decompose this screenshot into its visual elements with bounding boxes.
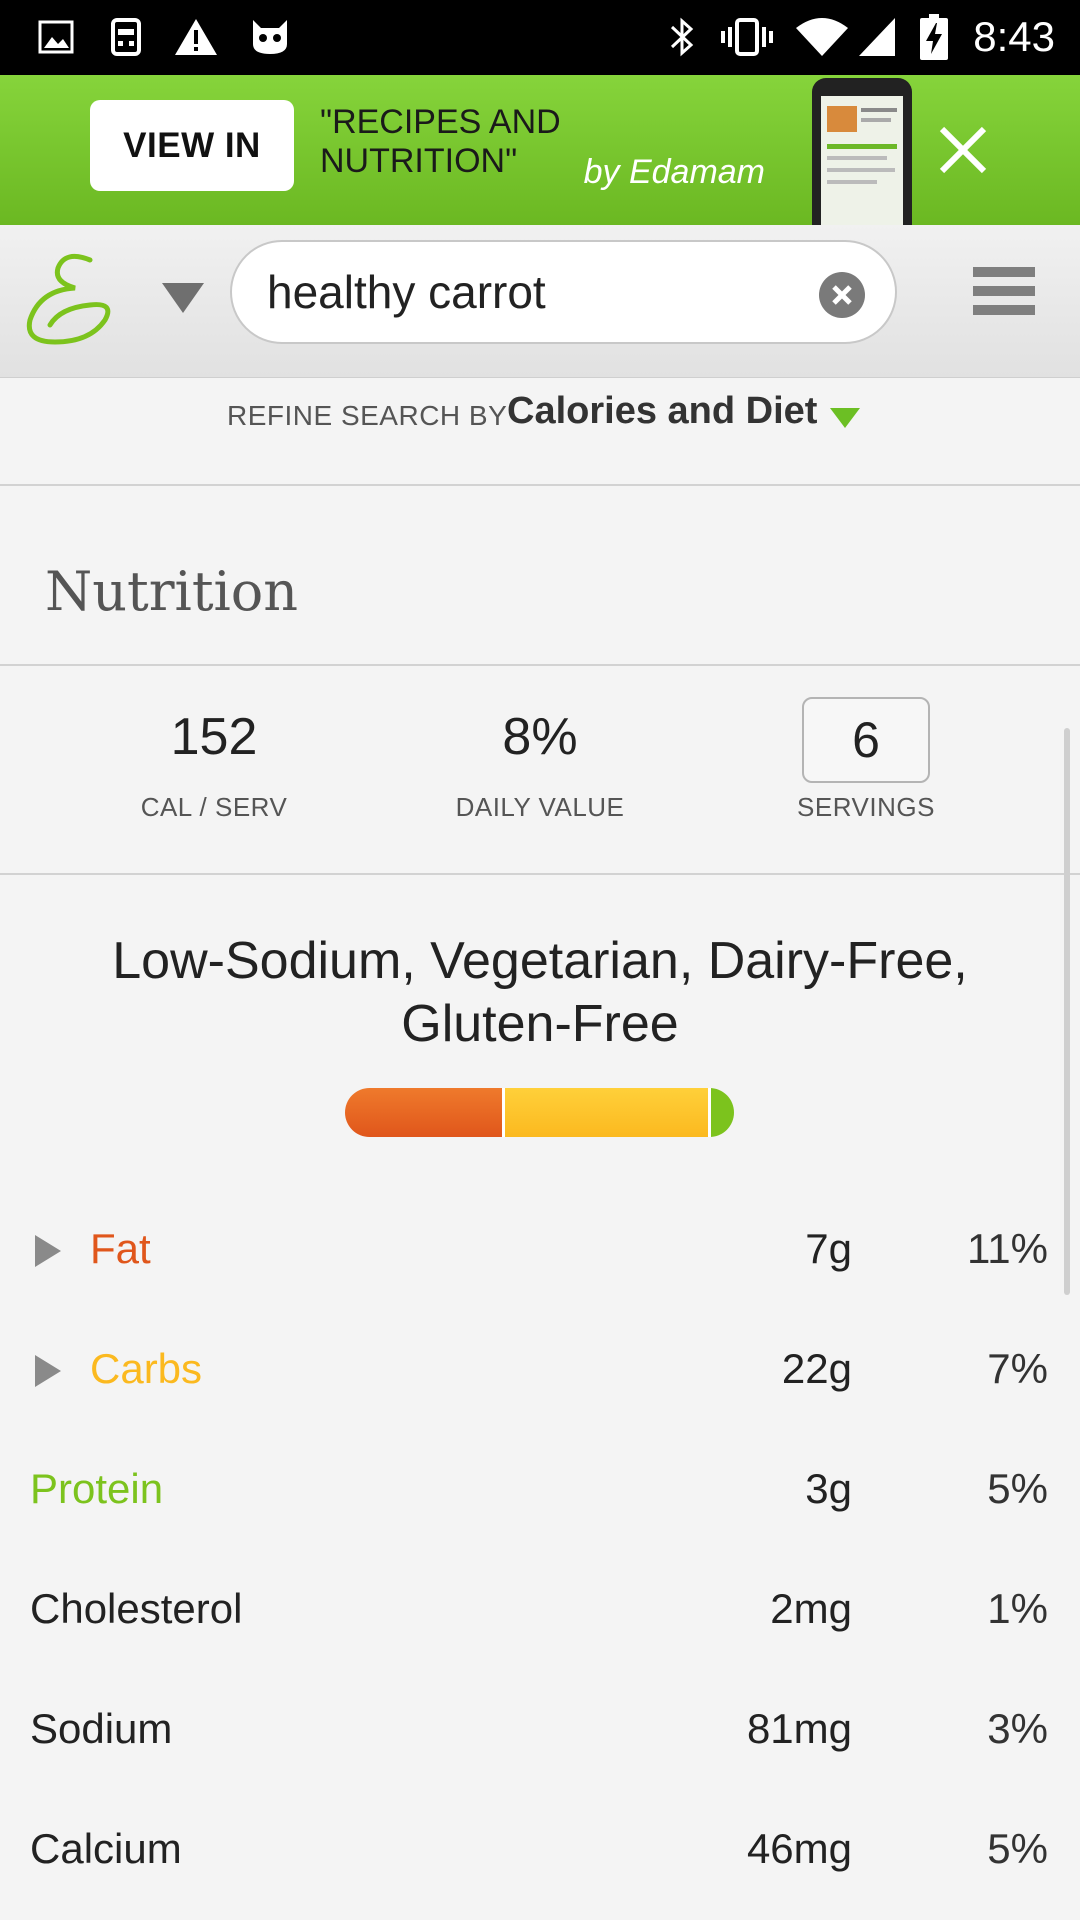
nutrient-percent: 1% [987,1585,1048,1632]
search-input[interactable] [267,262,787,322]
view-in-button[interactable]: VIEW IN [90,100,294,191]
nutrient-amount: 22g [781,1345,852,1392]
daily-value-value: 8% [502,708,578,766]
calories-label: CAL / SERV [140,792,288,822]
cat-icon [246,14,294,60]
source-dropdown-icon[interactable] [162,283,204,313]
nutrient-row: Calcium 46mg 5% [0,1805,1080,1905]
banner-close-icon[interactable] [930,117,996,183]
refine-label: REFINE SEARCH BY [227,400,508,431]
warning-icon [172,14,220,60]
phone-illustration [812,78,912,225]
battery-charging-icon [918,14,950,60]
clear-icon[interactable] [819,272,865,318]
signal-icon [857,14,897,60]
nutrient-percent: 5% [987,1465,1048,1512]
nutrient-row: Sodium 81mg 3% [0,1685,1080,1785]
nutrient-row[interactable]: Carbs 22g 7% [0,1325,1080,1425]
servings-stat: SERVINGS [716,702,1016,823]
nutrient-amount: 81mg [746,1705,852,1752]
app-promo-banner[interactable]: VIEW IN "RECIPES AND NUTRITION" by Edama… [0,75,1080,225]
nutrient-amount: 46mg [746,1825,852,1872]
search-toolbar [0,225,1080,378]
banner-subtitle: by Edamam [583,153,765,191]
nutrient-percent: 3% [987,1705,1048,1752]
clock: 8:43 [973,13,1055,60]
macro-bar-carbs [505,1088,712,1137]
nutrient-percent: 11% [967,1225,1048,1272]
macro-bar-protein [711,1088,734,1137]
bluetooth-icon [665,14,699,60]
nutrient-row: Protein 3g 5% [0,1445,1080,1545]
nutrient-name: Carbs [90,1345,203,1392]
nutrient-row[interactable]: Fat 7g 11% [0,1205,1080,1305]
calories-stat: 152 CAL / SERV [64,702,364,823]
divider [0,873,1080,875]
nutrient-row: Cholesterol 2mg 1% [0,1565,1080,1665]
daily-value-label: DAILY VALUE [455,792,625,822]
nutrient-percent: 7% [987,1345,1048,1392]
nutrient-name: Calcium [30,1825,182,1872]
calories-value: 152 [170,708,258,766]
expand-arrow-icon[interactable] [35,1235,61,1267]
nutrient-name: Protein [30,1465,164,1512]
divider [0,484,1080,486]
refine-search[interactable]: REFINE SEARCH BY Calories and Diet [0,378,1080,484]
search-box[interactable] [230,240,897,344]
nutrition-title: Nutrition [45,560,299,623]
nutrient-name: Fat [90,1225,151,1272]
servings-label: SERVINGS [797,792,935,822]
edamam-logo[interactable] [20,250,115,350]
nutrient-name: Sodium [30,1705,173,1752]
image-icon [36,14,76,60]
wifi-icon [793,14,851,60]
vibrate-icon [718,14,776,60]
nutrient-amount: 2mg [770,1585,852,1632]
divider [0,664,1080,666]
hamburger-menu-icon[interactable] [973,267,1035,325]
daily-value-stat: 8% DAILY VALUE [390,702,690,823]
sim-card-icon [106,14,146,60]
refine-value[interactable]: Calories and Diet [507,390,817,433]
nutrient-name: Cholesterol [30,1585,243,1632]
macro-bar [345,1088,734,1137]
refine-dropdown-icon[interactable] [830,408,860,428]
nutrient-amount: 7g [805,1225,852,1272]
expand-arrow-icon[interactable] [35,1355,61,1387]
macro-bar-fat [345,1088,506,1137]
nutrient-amount: 3g [805,1465,852,1512]
diet-labels: Low-Sodium, Vegetarian, Dairy-Free, Glut… [112,932,968,1053]
nutrient-percent: 5% [987,1825,1048,1872]
status-bar: 8:43 [0,0,1080,75]
